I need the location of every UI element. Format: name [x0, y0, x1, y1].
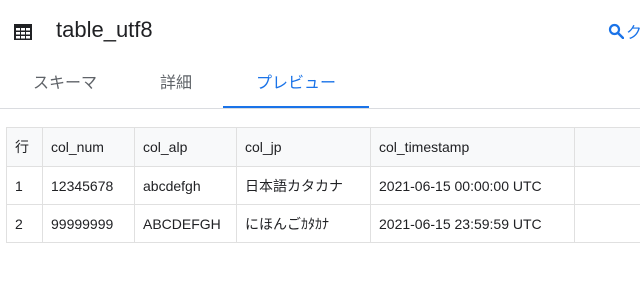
table-row: 2 99999999 ABCDEFGH にほんごｶﾀｶﾅ 2021-06-15 …: [6, 204, 640, 243]
table-row: 1 12345678 abcdefgh 日本語カタカナ 2021-06-15 0…: [6, 166, 640, 205]
tab-schema[interactable]: スキーマ: [20, 62, 110, 106]
tab-preview[interactable]: プレビュー: [223, 62, 369, 106]
table-cell: 2021-06-15 23:59:59 UTC: [370, 204, 575, 243]
table-cell: 1: [6, 166, 43, 205]
preview-table: 行 col_num col_alp col_jp col_timestamp 1…: [6, 127, 640, 243]
table-cell: 日本語カタカナ: [236, 166, 371, 205]
search-icon: [608, 23, 624, 39]
table-cell-filler: [574, 166, 640, 205]
column-header-col-timestamp: col_timestamp: [370, 127, 575, 167]
table-cell: 12345678: [42, 166, 135, 205]
column-header-filler: [574, 127, 640, 167]
query-link[interactable]: ク: [608, 19, 640, 43]
table-cell: 2: [6, 204, 43, 243]
column-header-col-num: col_num: [42, 127, 135, 167]
tab-bar: スキーマ 詳細 プレビュー: [0, 62, 640, 110]
query-link-label: ク: [626, 25, 640, 42]
table-cell: にほんごｶﾀｶﾅ: [236, 204, 371, 243]
table-header-row: 行 col_num col_alp col_jp col_timestamp: [6, 127, 640, 167]
column-header-row-number: 行: [6, 127, 43, 167]
table-cell: ABCDEFGH: [134, 204, 237, 243]
table-cell: abcdefgh: [134, 166, 237, 205]
column-header-col-jp: col_jp: [236, 127, 371, 167]
column-header-col-alp: col_alp: [134, 127, 237, 167]
table-cell: 99999999: [42, 204, 135, 243]
tab-details[interactable]: 詳細: [145, 62, 207, 106]
page-title: table_utf8: [56, 17, 153, 42]
table-icon: [14, 24, 32, 40]
table-cell: 2021-06-15 00:00:00 UTC: [370, 166, 575, 205]
table-cell-filler: [574, 204, 640, 243]
table-header: table_utf8 ク: [0, 0, 640, 60]
tabs-divider: [0, 108, 640, 109]
